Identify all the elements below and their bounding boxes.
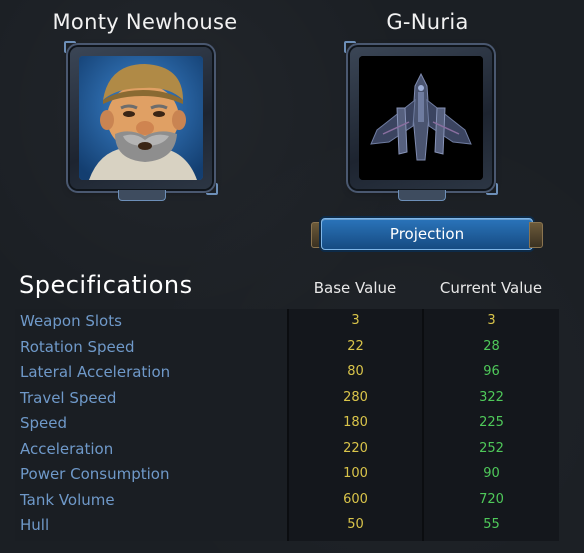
spec-base-value: 220 xyxy=(343,440,368,456)
spec-current-value: 322 xyxy=(479,389,504,405)
spec-label: Rotation Speed xyxy=(20,337,135,356)
spec-base-value: 22 xyxy=(347,338,364,354)
spec-base-value: 80 xyxy=(347,364,364,379)
spec-label: Power Consumption xyxy=(20,465,170,483)
spec-base-value: 3 xyxy=(351,313,360,328)
specifications-title: Specifications xyxy=(19,271,193,299)
ship-portrait xyxy=(359,56,483,180)
spec-current-value: 252 xyxy=(479,440,504,456)
pilot-portrait xyxy=(79,56,203,180)
spec-row: Acceleration 220 252 xyxy=(15,437,559,462)
pilot-portrait-frame xyxy=(64,41,218,201)
spec-base-value: 280 xyxy=(343,389,368,405)
spec-label: Tank Volume xyxy=(20,490,115,509)
spec-label: Weapon Slots xyxy=(20,312,122,330)
projection-cap-right xyxy=(529,222,543,248)
spec-current-value: 96 xyxy=(483,364,500,379)
spec-label: Lateral Acceleration xyxy=(20,363,171,381)
pilot-frame-foot xyxy=(118,190,166,201)
spec-label: Travel Speed xyxy=(20,388,117,407)
spec-base-value: 50 xyxy=(347,517,364,532)
spec-current-value: 90 xyxy=(483,466,500,481)
spec-row: Rotation Speed 22 28 xyxy=(15,335,559,360)
spec-base-value: 100 xyxy=(343,466,368,481)
ship-portrait-frame xyxy=(344,41,498,201)
spec-label: Acceleration xyxy=(20,439,114,458)
projection-button-wrap: Projection xyxy=(311,216,543,252)
spec-row: Weapon Slots 3 3 xyxy=(15,309,559,334)
pilot-name: Monty Newhouse xyxy=(52,10,238,34)
spec-row: Power Consumption 100 90 xyxy=(15,462,559,487)
spec-current-value: 55 xyxy=(483,517,500,532)
spec-row: Tank Volume 600 720 xyxy=(15,488,559,513)
spec-row: Hull 50 55 xyxy=(15,513,559,538)
ship-name: G-Nuria xyxy=(386,10,469,34)
ship-image xyxy=(359,56,483,180)
base-value-header: Base Value xyxy=(313,279,397,297)
specifications-table: Weapon Slots 3 3 Rotation Speed 22 28 La… xyxy=(15,309,559,541)
pilot-portrait-image xyxy=(79,56,203,180)
spec-base-value: 600 xyxy=(343,491,368,507)
spec-current-value: 225 xyxy=(479,415,504,430)
spec-row: Speed 180 225 xyxy=(15,411,559,436)
spec-label: Hull xyxy=(20,516,50,534)
projection-button[interactable]: Projection xyxy=(321,218,533,250)
spec-current-value: 3 xyxy=(487,313,496,328)
current-value-header: Current Value xyxy=(439,279,543,297)
spec-current-value: 28 xyxy=(483,338,500,354)
spec-current-value: 720 xyxy=(479,491,504,507)
spec-label: Speed xyxy=(20,414,68,432)
ship-frame-foot xyxy=(398,190,446,201)
spec-base-value: 180 xyxy=(343,415,368,430)
spec-row: Travel Speed 280 322 xyxy=(15,386,559,411)
spec-row: Lateral Acceleration 80 96 xyxy=(15,360,559,385)
